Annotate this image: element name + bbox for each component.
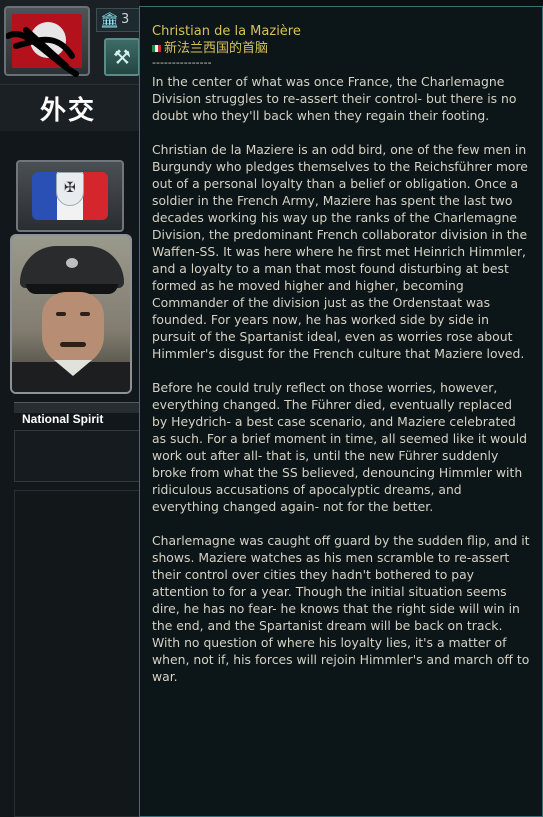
political-power-icon: 🏛 — [100, 11, 120, 29]
country-flag-large[interactable]: ✠ — [16, 160, 124, 232]
lower-panel-area — [14, 490, 140, 817]
leader-country-line: 新法兰西国的首脑 — [152, 40, 530, 57]
leader-name: Christian de la Mazière — [152, 24, 301, 39]
leader-tooltip: Christian de la Mazière 新法兰西国的首脑 -------… — [139, 6, 543, 817]
mini-flag-icon — [152, 45, 161, 52]
political-power-value: 3 — [121, 12, 130, 27]
top-bar: 🏛 3 ⚒ — [0, 0, 140, 85]
national-spirit-label: National Spirit — [22, 412, 104, 426]
portrait-moustache — [60, 342, 86, 347]
country-flag-button[interactable] — [4, 6, 90, 77]
tooltip-paragraph: Charlemagne was caught off guard by the … — [152, 533, 530, 684]
tooltip-separator: --------------- — [152, 56, 212, 69]
tooltip-paragraph: Christian de la Maziere is an odd bird, … — [152, 142, 528, 361]
page-title: 外交 — [40, 96, 97, 126]
hammer-icon: ⚒ — [113, 45, 131, 69]
portrait-eye-right — [80, 312, 90, 316]
tooltip-paragraph: Before he could truly reflect on those w… — [152, 380, 528, 514]
flag-stripe-blue — [32, 172, 58, 220]
national-spirit-slot[interactable] — [14, 430, 140, 482]
leader-country-name: 新法兰西国的首脑 — [164, 41, 269, 56]
cap-badge — [66, 258, 78, 268]
tooltip-paragraph: In the center of what was once France, t… — [152, 74, 517, 123]
left-panel: 🏛 3 ⚒ 外交 ✠ National Spirit — [0, 0, 140, 817]
decisions-button[interactable]: ⚒ — [104, 38, 140, 76]
portrait-eye-left — [56, 312, 66, 316]
scribble-overlay-icon — [6, 27, 79, 77]
eagle-crest-icon: ✠ — [56, 172, 84, 206]
portrait-face — [42, 292, 104, 366]
leader-portrait[interactable] — [10, 234, 132, 394]
political-power-counter[interactable]: 🏛 3 — [96, 8, 140, 32]
flag-stripe-red — [82, 172, 108, 220]
